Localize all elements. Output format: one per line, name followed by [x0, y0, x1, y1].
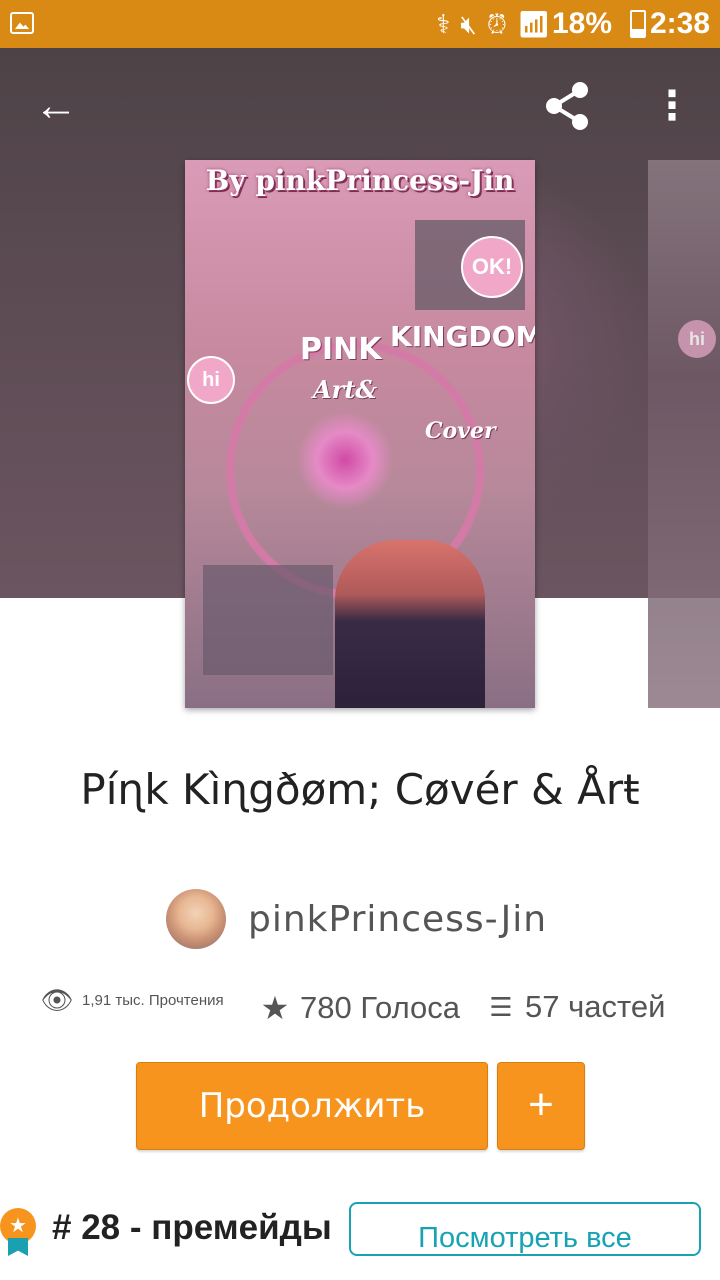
parts-stat: ☰ 57 частей [486, 989, 665, 1025]
cover-figure [335, 540, 485, 708]
wifi-icon: 📶︎ [516, 9, 550, 39]
eye-icon: 👁︎ [40, 985, 74, 1015]
cover-word-kingdom: KINGDOM [390, 320, 535, 353]
list-icon: ☰ [489, 991, 513, 1022]
author-name[interactable]: pinkPrincess-Jin [248, 899, 547, 940]
status-icons: ⚕ 🔇︎ ⏰︎ 📶︎ [436, 8, 550, 40]
author-link[interactable]: pinkPrincess-Jin [166, 888, 547, 950]
cover-word-cover: Cover [425, 418, 496, 444]
toolbar: ← ⋮ [0, 60, 720, 150]
image-notification-icon [10, 12, 34, 34]
cover-byline: By pinkPrincess-Jin [205, 164, 515, 197]
battery-charging-icon [630, 10, 646, 38]
more-options-button[interactable]: ⋮ [652, 78, 692, 134]
reads-stat: 👁︎ 1,91 тыс. Прочтения [40, 985, 224, 1016]
more-vertical-icon: ⋮ [652, 84, 692, 128]
ranking-label[interactable]: # 28 - премейды [52, 1208, 332, 1248]
usb-icon: ⚕ [436, 9, 451, 39]
status-bar: ⚕ 🔇︎ ⏰︎ 📶︎ 18% 2:38 [0, 0, 720, 48]
votes-count: 780 Голоса [300, 990, 461, 1025]
story-title: Píɳk Kìɳgðøm; Cøvér & Årŧ [80, 765, 640, 814]
see-all-button[interactable]: Посмотреть все [349, 1202, 701, 1256]
back-button[interactable]: ← [30, 80, 82, 132]
author-avatar[interactable] [166, 889, 226, 949]
cover-bubble-hi: hi [187, 356, 235, 404]
cover-bubble-ok: OK! [461, 236, 523, 298]
mute-icon: 🔇︎ [460, 9, 477, 39]
share-icon [546, 82, 588, 130]
story-stats: 👁︎ 1,91 тыс. Прочтения ★ 780 Голоса ☰ 57… [40, 985, 700, 1031]
cover-photo-group [203, 565, 333, 675]
cover-bubble-hi: hi [678, 320, 716, 358]
battery-percent: 18% [551, 7, 612, 40]
ribbon-icon [8, 1238, 28, 1256]
alarm-icon: ⏰︎ [486, 9, 507, 39]
votes-stat: ★ 780 Голоса [260, 989, 460, 1027]
continue-reading-button[interactable]: Продолжить [136, 1062, 488, 1150]
clock: 2:38 [649, 7, 710, 40]
share-button[interactable] [540, 78, 596, 134]
arrow-left-icon: ← [34, 81, 78, 130]
cover-word-art: Art& [313, 375, 378, 404]
next-story-cover[interactable]: hi [648, 160, 720, 708]
cover-word-pink: PINK [300, 332, 382, 367]
parts-count: 57 частей [525, 989, 666, 1024]
star-icon: ★ [260, 990, 290, 1026]
add-to-library-button[interactable]: + [497, 1062, 585, 1150]
story-cover[interactable]: By pinkPrincess-Jin PINK KINGDOM Art& Co… [185, 160, 535, 708]
reads-count: 1,91 тыс. Прочтения [82, 992, 224, 1009]
